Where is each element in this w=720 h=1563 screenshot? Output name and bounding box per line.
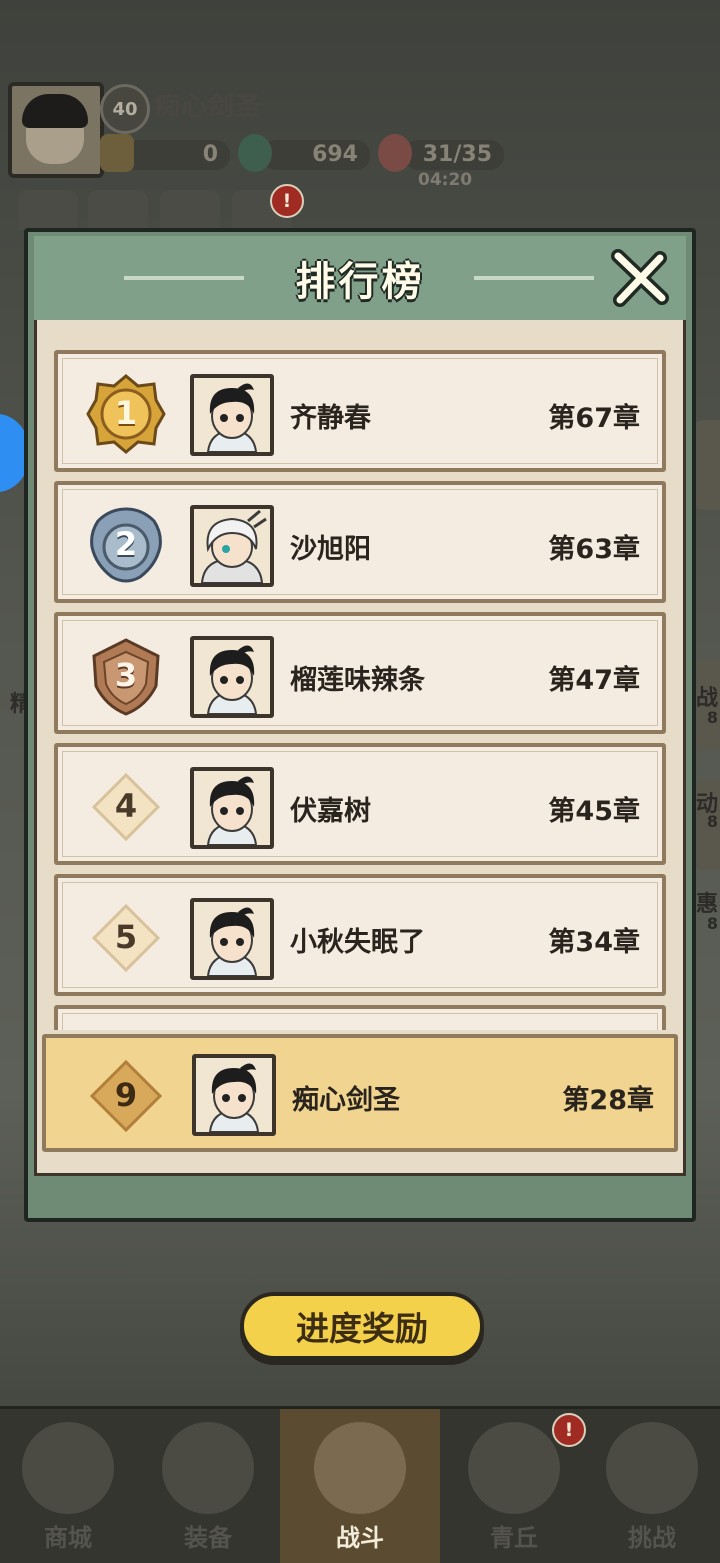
rank-number: 1: [114, 394, 138, 432]
armor-icon: [162, 1422, 254, 1514]
rank-badge: 5: [84, 896, 168, 978]
player-portrait-icon: [194, 378, 270, 452]
player-level: 40: [100, 84, 150, 134]
player-portrait-icon: [196, 1058, 272, 1132]
avatar: [190, 505, 274, 587]
player-name: 榴莲味辣条: [290, 665, 425, 696]
ranking-row[interactable]: 1 齐静春 第67章: [54, 350, 666, 472]
rank-badge: 4: [84, 765, 168, 847]
ranking-row[interactable]: 3 榴莲味辣条 第47章: [54, 612, 666, 734]
player-name: 沙旭阳: [290, 534, 371, 565]
player-name: 痴心剑圣: [292, 1085, 400, 1116]
player-name: 伏嘉树: [290, 796, 371, 827]
player-name: 齐静春: [290, 403, 371, 434]
progress-reward-button[interactable]: 进度奖励: [240, 1292, 484, 1360]
rank-number: 5: [114, 918, 138, 956]
rank-badge: 2: [84, 503, 168, 585]
player-name: 小秋失眠了: [290, 927, 425, 958]
player-name: 痴心剑圣: [154, 92, 263, 122]
player-avatar[interactable]: [8, 82, 104, 178]
close-button[interactable]: [608, 248, 670, 310]
rank-number: 4: [114, 787, 138, 825]
ranking-row[interactable]: 4 伏嘉树 第45章: [54, 743, 666, 865]
player-portrait-icon: [194, 509, 270, 583]
chapter-progress: 第67章: [548, 403, 640, 434]
player-portrait-icon: [194, 640, 270, 714]
ranking-list[interactable]: 1 齐静春 第67章 2 沙旭阳 第63章 3 榴莲味辣条 第47章 4 伏嘉树…: [54, 350, 666, 1030]
avatar: [190, 636, 274, 718]
hud-button-2[interactable]: [88, 190, 148, 230]
avatar-hair: [22, 94, 88, 128]
close-icon: [611, 249, 669, 307]
nav-item-shop[interactable]: 商城: [0, 1409, 136, 1563]
chapter-progress: 第28章: [562, 1085, 654, 1116]
hud-button-1[interactable]: [18, 190, 78, 230]
mountain-icon: [468, 1422, 560, 1514]
nav-label-qingqiu: 青丘: [490, 1524, 538, 1552]
gold-ticket-icon[interactable]: [100, 134, 134, 172]
jade-dragon-icon[interactable]: [238, 134, 272, 172]
alert-badge: !: [270, 184, 304, 218]
modal-header: 排行榜: [34, 236, 686, 323]
side-right-num-3: 8: [706, 914, 718, 933]
nav-label-equipment: 装备: [184, 1524, 232, 1552]
nav-item-battle[interactable]: 战斗: [280, 1409, 440, 1563]
avatar: [192, 1054, 276, 1136]
rank-number: 9: [114, 1076, 138, 1114]
ranking-row[interactable]: 2 沙旭阳 第63章: [54, 481, 666, 603]
shop-icon: [22, 1422, 114, 1514]
hud-button-3[interactable]: [160, 190, 220, 230]
stamina-timer: 04:20: [418, 170, 473, 190]
nav-label-battle: 战斗: [336, 1524, 384, 1552]
rank-badge: 3: [84, 634, 168, 716]
jade-counter: 694: [262, 140, 370, 170]
crossed-swords-icon: [314, 1422, 406, 1514]
avatar: [190, 374, 274, 456]
nav-alert-badge: !: [552, 1413, 586, 1447]
nav-item-equipment[interactable]: 装备: [140, 1409, 276, 1563]
rank-number: 3: [114, 656, 138, 694]
chapter-progress: 第63章: [548, 534, 640, 565]
avatar: [190, 767, 274, 849]
modal-title: 排行榜: [295, 259, 425, 305]
nav-label-shop: 商城: [44, 1524, 92, 1552]
rank-badge: 9: [84, 1054, 168, 1136]
avatar: [190, 898, 274, 980]
bottom-nav: 商城 装备 战斗 青丘 挑战 !: [0, 1406, 720, 1563]
nav-item-challenge[interactable]: 挑战: [584, 1409, 720, 1563]
ranking-row-partial[interactable]: [54, 1005, 666, 1030]
challenge-icon: [606, 1422, 698, 1514]
rank-number: 2: [114, 525, 138, 563]
side-right-num-2: 8: [706, 812, 718, 831]
peach-icon[interactable]: [378, 134, 412, 172]
side-right-num-1: 8: [706, 708, 718, 727]
ranking-row[interactable]: 5 小秋失眠了 第34章: [54, 874, 666, 996]
chapter-progress: 第45章: [548, 796, 640, 827]
top-hud: 40 痴心剑圣 0 694 31/35 04:20 !: [0, 0, 720, 230]
rank-badge: 1: [84, 372, 168, 454]
stamina-counter: 31/35: [404, 140, 504, 170]
nav-label-challenge: 挑战: [628, 1524, 676, 1552]
player-portrait-icon: [194, 771, 270, 845]
player-portrait-icon: [194, 902, 270, 976]
self-ranking-row[interactable]: 9 痴心剑圣 第28章: [42, 1034, 678, 1152]
chapter-progress: 第34章: [548, 927, 640, 958]
chapter-progress: 第47章: [548, 665, 640, 696]
gold-counter: 0: [122, 140, 230, 170]
